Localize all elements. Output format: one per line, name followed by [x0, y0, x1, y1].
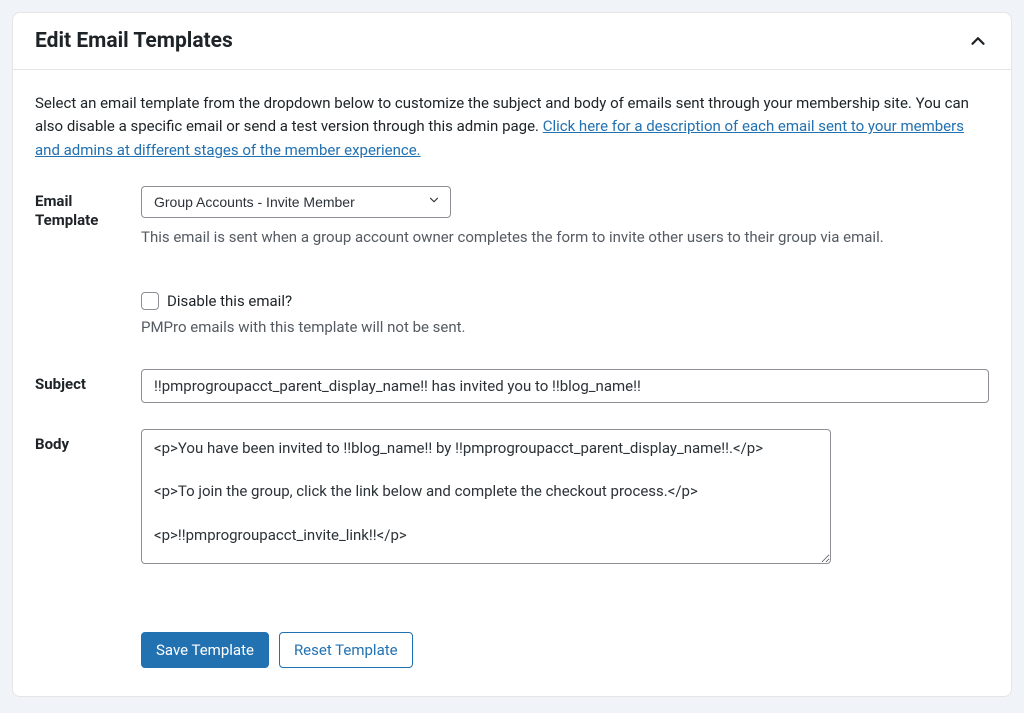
- subject-control: [141, 369, 989, 403]
- disable-email-checkbox[interactable]: [141, 292, 159, 310]
- email-template-select[interactable]: Group Accounts - Invite Member: [141, 186, 451, 218]
- save-template-button[interactable]: Save Template: [141, 632, 269, 668]
- email-template-helper: This email is sent when a group account …: [141, 226, 989, 249]
- email-template-select-wrap: Group Accounts - Invite Member: [141, 186, 451, 218]
- subject-row: Subject: [35, 369, 989, 403]
- disable-email-label[interactable]: Disable this email?: [167, 292, 292, 310]
- chevron-up-icon[interactable]: [967, 30, 989, 52]
- subject-input[interactable]: [141, 369, 989, 403]
- reset-template-button[interactable]: Reset Template: [279, 632, 413, 668]
- button-row: Save Template Reset Template: [141, 632, 989, 668]
- email-template-row: Email Template Group Accounts - Invite M…: [35, 186, 989, 339]
- edit-email-templates-panel: Edit Email Templates Select an email tem…: [12, 12, 1012, 697]
- button-row-wrap: Save Template Reset Template: [35, 590, 989, 668]
- subject-label: Subject: [35, 369, 121, 403]
- panel-body: Select an email template from the dropdo…: [13, 70, 1011, 696]
- email-template-control: Group Accounts - Invite Member This emai…: [141, 186, 989, 339]
- panel-header: Edit Email Templates: [13, 13, 1011, 70]
- disable-email-helper: PMPro emails with this template will not…: [141, 316, 989, 339]
- body-control: [141, 429, 989, 568]
- disable-email-row: Disable this email?: [141, 292, 989, 310]
- intro-text: Select an email template from the dropdo…: [35, 92, 989, 162]
- email-template-label: Email Template: [35, 186, 121, 339]
- body-textarea[interactable]: [141, 429, 831, 564]
- panel-title: Edit Email Templates: [35, 29, 233, 53]
- body-row: Body: [35, 429, 989, 568]
- body-label: Body: [35, 429, 121, 568]
- button-spacer: [35, 590, 121, 668]
